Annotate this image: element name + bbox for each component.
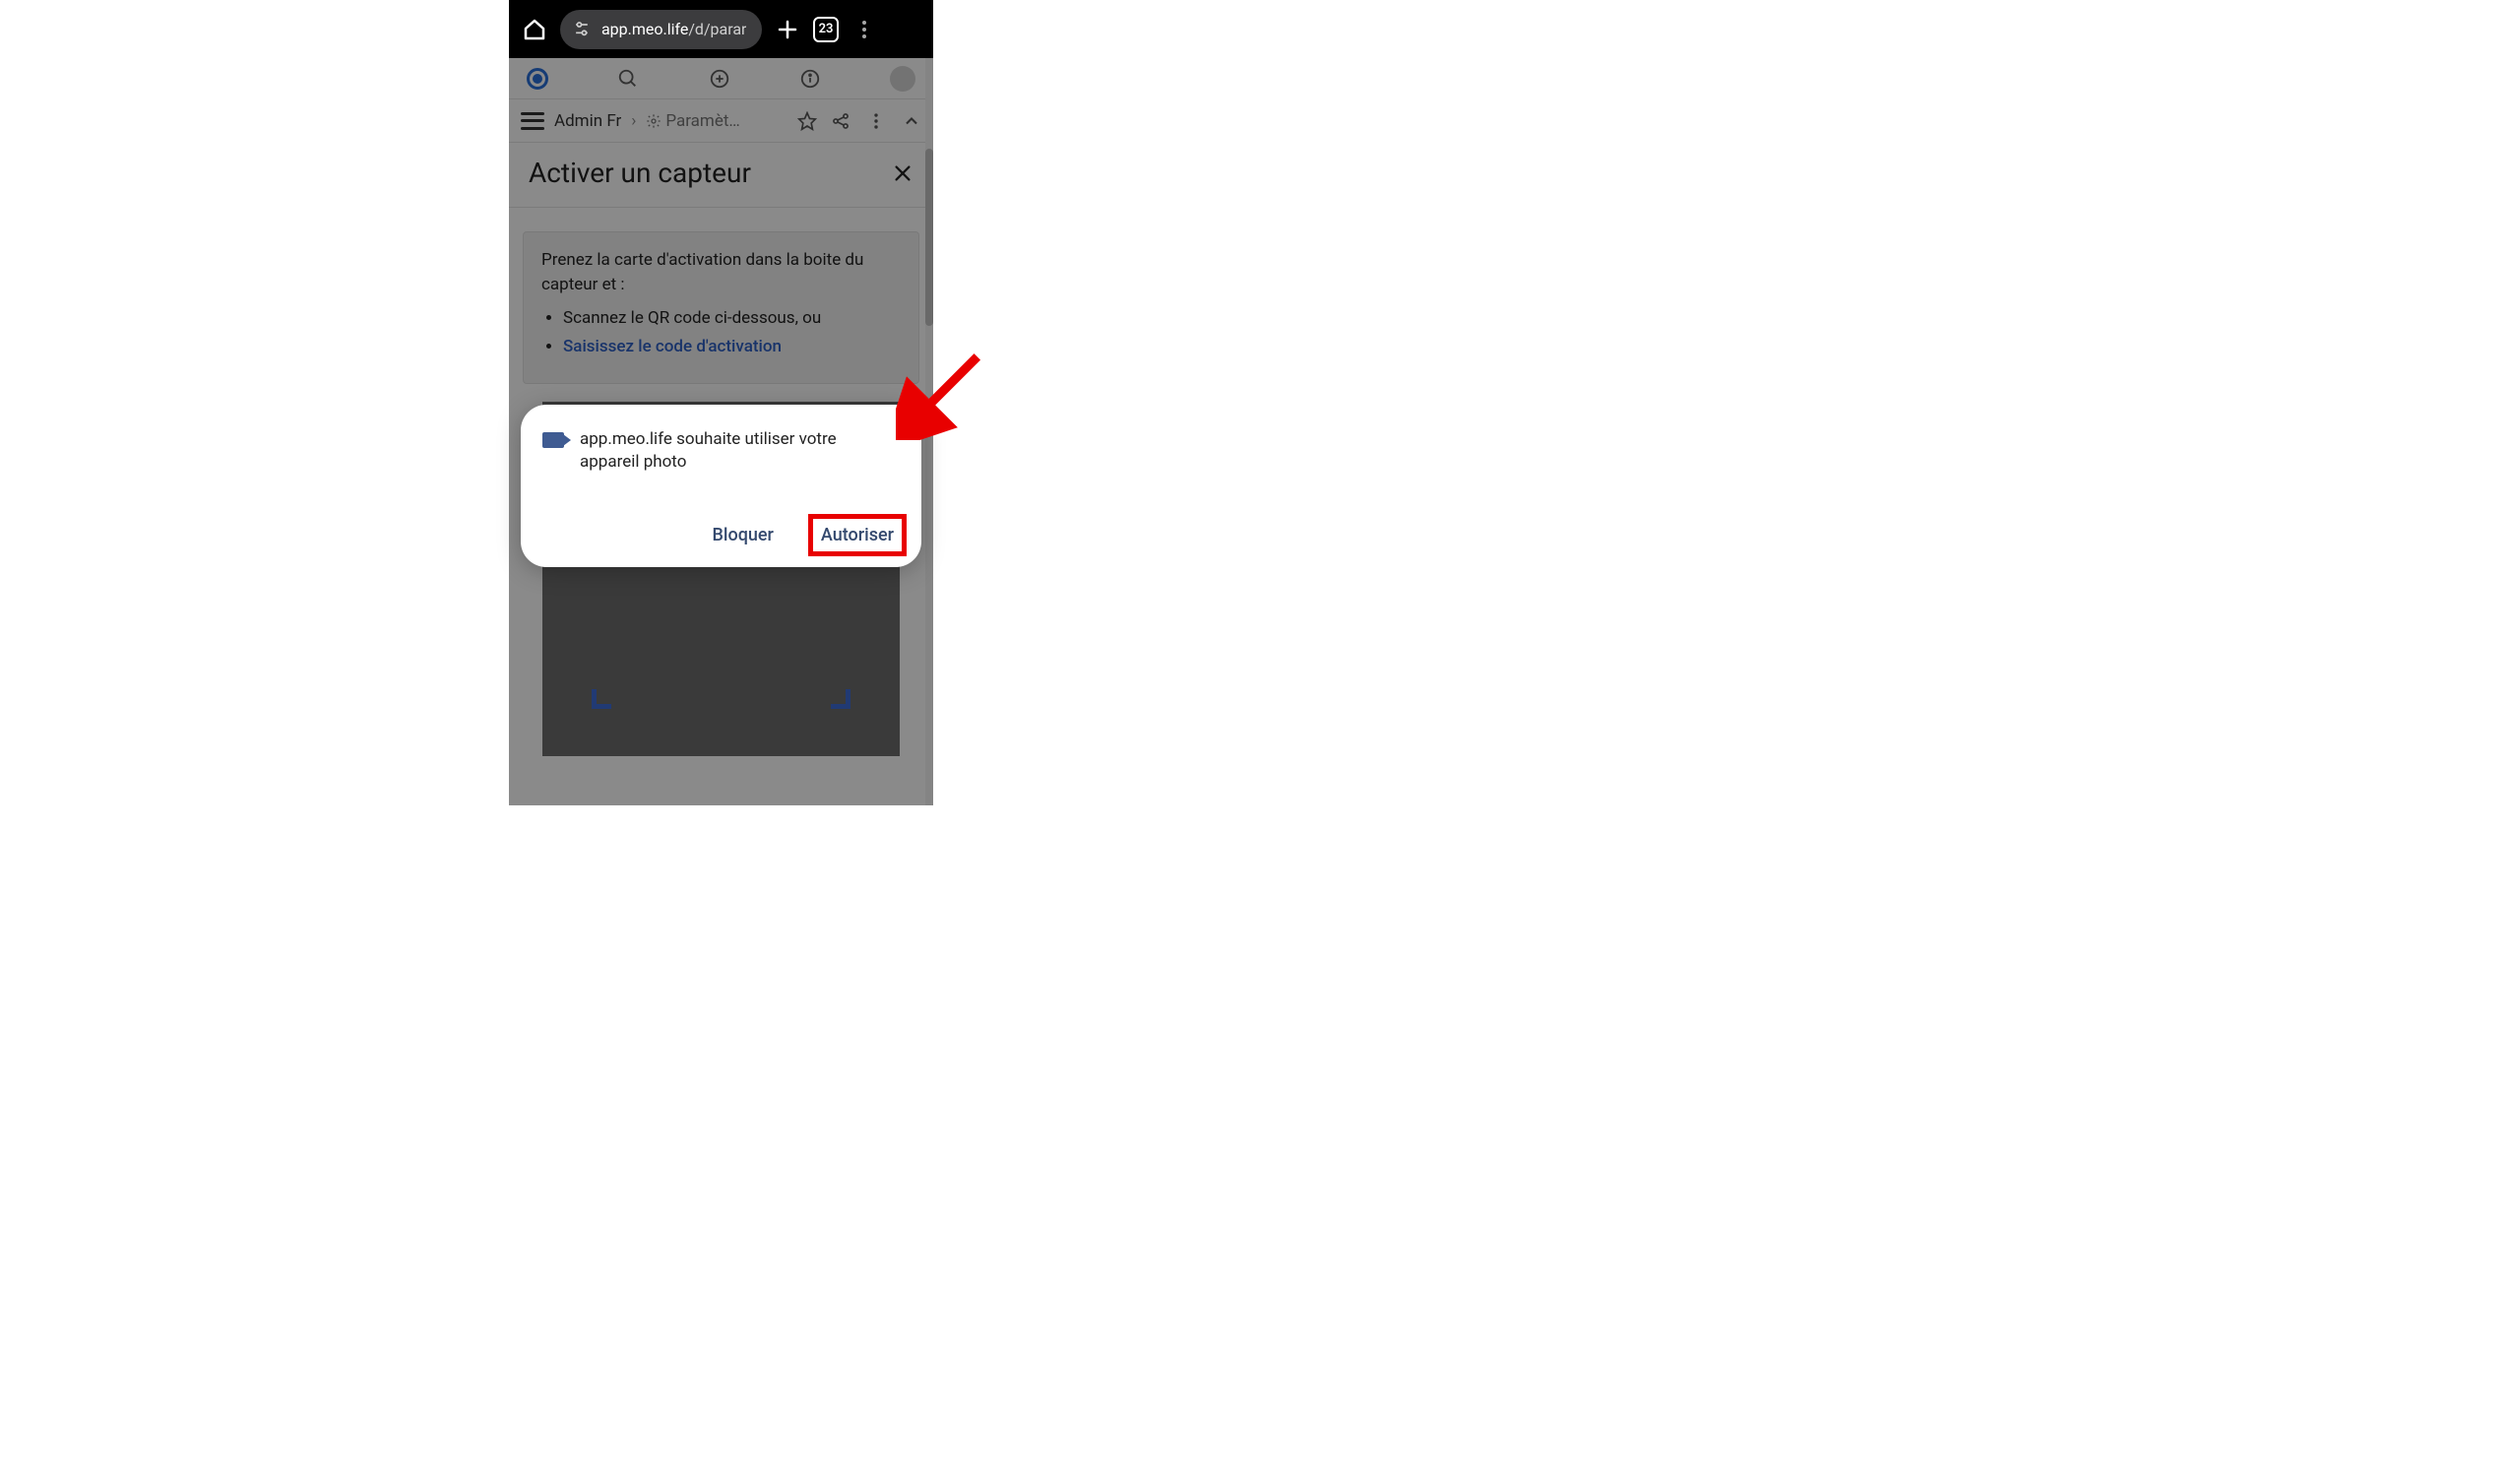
camera-icon (542, 432, 564, 448)
share-icon[interactable] (831, 111, 850, 131)
breadcrumb-current: Paramèt… (646, 111, 739, 131)
address-bar[interactable]: app.meo.life/d/parar (560, 10, 762, 49)
scanner-corner (831, 689, 850, 709)
chevron-up-icon[interactable] (902, 111, 921, 131)
block-button[interactable]: Bloquer (707, 521, 780, 549)
permission-message: app.meo.life souhaite utiliser votre app… (580, 428, 900, 474)
tab-switcher[interactable]: 23 (813, 17, 839, 42)
modal-header: Activer un capteur (509, 143, 933, 208)
app-topbar (509, 58, 933, 99)
url-text: app.meo.life/d/parar (601, 20, 746, 38)
camera-permission-dialog: app.meo.life souhaite utiliser votre app… (521, 405, 921, 567)
app-logo[interactable] (527, 68, 548, 90)
activation-code-link[interactable]: Saisissez le code d'activation (563, 337, 782, 356)
gear-icon (646, 113, 662, 129)
home-icon[interactable] (523, 18, 546, 41)
menu-icon[interactable] (521, 112, 544, 130)
instruction-card: Prenez la carte d'activation dans la boi… (523, 231, 919, 384)
browser-toolbar: app.meo.life/d/parar 23 (509, 0, 933, 58)
app-viewport: Admin Fr › Paramèt… Activer un capteur P… (509, 58, 933, 805)
modal-title: Activer un capteur (529, 157, 751, 189)
close-icon[interactable] (892, 162, 914, 184)
browser-menu-icon[interactable] (852, 18, 876, 41)
scanner-corner (592, 689, 611, 709)
star-icon[interactable] (797, 111, 817, 131)
instruction-intro: Prenez la carte d'activation dans la boi… (541, 248, 901, 296)
plus-circle-icon[interactable] (709, 68, 730, 90)
breadcrumb-separator: › (631, 111, 636, 131)
new-tab-icon[interactable] (776, 18, 799, 41)
search-icon[interactable] (617, 68, 639, 90)
instruction-item: Saisissez le code d'activation (563, 335, 901, 359)
site-settings-icon[interactable] (572, 20, 592, 39)
info-icon[interactable] (799, 68, 821, 90)
avatar[interactable] (890, 66, 915, 92)
scrollbar-thumb[interactable] (925, 149, 933, 326)
page-menu-icon[interactable] (866, 110, 886, 130)
breadcrumb-bar: Admin Fr › Paramèt… (509, 99, 933, 143)
breadcrumb-root[interactable]: Admin Fr (554, 111, 621, 131)
phone-frame: app.meo.life/d/parar 23 Admin Fr › Param… (509, 0, 933, 805)
allow-button[interactable]: Autoriser (815, 521, 900, 549)
instruction-item: Scannez le QR code ci-dessous, ou (563, 306, 901, 331)
